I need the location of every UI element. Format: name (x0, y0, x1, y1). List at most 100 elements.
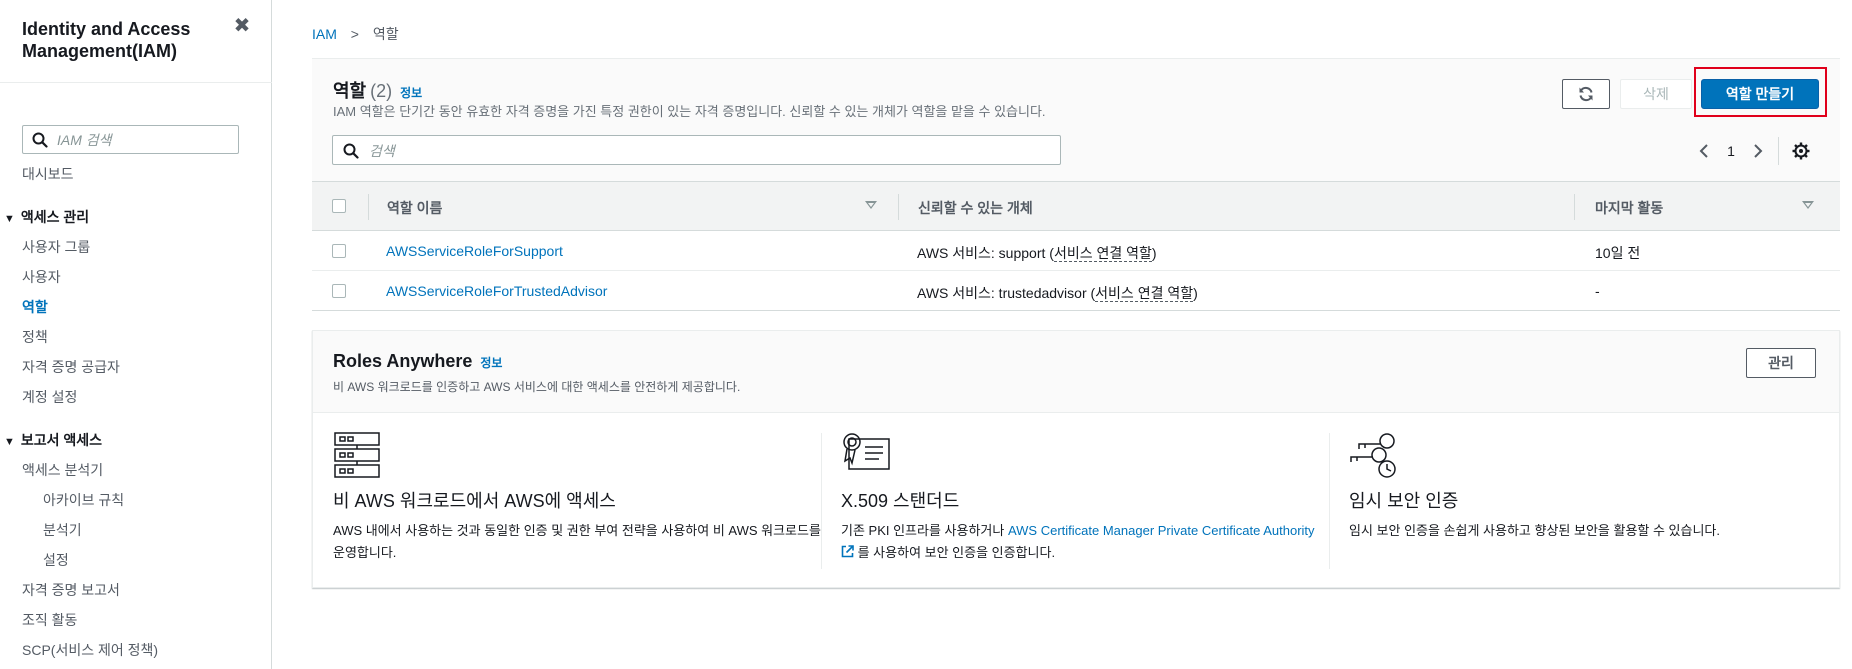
info-link[interactable]: 정보 (480, 356, 502, 370)
feature-heading: 임시 보안 인증 (1349, 491, 1459, 511)
roles-count: (2) (370, 81, 393, 101)
manage-button[interactable]: 관리 (1746, 348, 1816, 378)
search-icon (343, 143, 359, 159)
sort-descending-icon[interactable] (1802, 201, 1814, 209)
sidebar-item-access-analyzer[interactable]: 액세스 분석기 (22, 460, 103, 480)
role-name-link[interactable]: AWSServiceRoleForSupport (386, 243, 563, 259)
sidebar-title: Identity and Access Management(IAM) (22, 19, 191, 61)
sidebar-item-policies[interactable]: 정책 (22, 327, 48, 347)
sidebar-search[interactable] (22, 125, 239, 154)
feature-text-prefix: 기존 PKI 인프라를 사용하거나 (841, 523, 1008, 538)
table-row: AWSServiceRoleForTrustedAdvisor AWS 서비스:… (312, 271, 1840, 311)
roles-panel: 역할 (2) 정보 IAM 역할은 단기간 동안 유효한 자격 증명을 가진 특정 … (312, 58, 1840, 311)
close-icon[interactable]: ✖ (232, 16, 252, 36)
sidebar: Identity and Access Management(IAM) ✖ 대시… (0, 0, 272, 669)
feature-heading: 비 AWS 워크로드에서 AWS에 액세스 (333, 491, 616, 511)
sidebar-divider (0, 82, 272, 83)
roles-anywhere-description: 비 AWS 워크로드를 인증하고 AWS 서비스에 대한 액세스를 안전하게 제… (333, 380, 741, 394)
table-header: 역할 이름 신뢰할 수 있는 개체 마지막 활동 (312, 181, 1840, 231)
last-activity-cell: - (1595, 283, 1600, 299)
chevron-left-icon[interactable] (1692, 139, 1716, 163)
roles-search[interactable] (332, 135, 1061, 165)
certificate-icon (843, 433, 890, 470)
trusted-entity-suffix: ) (1193, 285, 1198, 301)
sidebar-item-analyzers[interactable]: 분석기 (43, 520, 82, 540)
acm-pca-link[interactable]: AWS Certificate Manager Private Certific… (1008, 523, 1315, 538)
server-rack-icon (334, 432, 380, 478)
trusted-entity-cell: AWS 서비스: support (서비스 연결 역할) (917, 243, 1157, 263)
feature-card: 임시 보안 인증 임시 보안 인증을 손쉽게 사용하고 향상된 보안을 활용할 … (1349, 431, 1839, 567)
column-header-trusted-entity[interactable]: 신뢰할 수 있는 개체 (918, 198, 1033, 218)
sidebar-item-dashboard[interactable]: 대시보드 (22, 164, 74, 184)
refresh-button[interactable] (1562, 79, 1610, 109)
trusted-entity-text: AWS 서비스: support ( (917, 245, 1054, 261)
feature-text: AWS 내에서 사용하는 것과 동일한 인증 및 권한 부여 전략을 사용하여 … (333, 523, 821, 560)
column-divider (368, 194, 369, 220)
roles-search-input[interactable] (369, 141, 1049, 161)
column-divider (1574, 194, 1575, 220)
delete-button[interactable]: 삭제 (1620, 79, 1692, 109)
pagination: 1 (1692, 137, 1813, 165)
breadcrumb: IAM > 역할 (312, 24, 399, 44)
card-divider (821, 433, 822, 569)
feature-text: 임시 보안 인증을 손쉽게 사용하고 향상된 보안을 활용할 수 있습니다. (1349, 523, 1720, 538)
column-header-last-activity[interactable]: 마지막 활동 (1595, 198, 1663, 218)
refresh-icon (1579, 86, 1593, 102)
column-divider (898, 194, 899, 220)
roles-anywhere-title: Roles Anywhere 정보 (333, 351, 502, 372)
sidebar-search-input[interactable] (57, 130, 232, 150)
role-name-link[interactable]: AWSServiceRoleForTrustedAdvisor (386, 283, 607, 299)
roles-anywhere-panel: Roles Anywhere 정보 비 AWS 워크로드를 인증하고 AWS 서비… (312, 330, 1840, 588)
feature-text: 기존 PKI 인프라를 사용하거나 AWS Certificate Manage… (841, 520, 1331, 564)
service-linked-role-link[interactable]: 서비스 연결 역할 (1095, 285, 1194, 302)
row-checkbox[interactable] (332, 244, 346, 258)
keys-clock-icon (1350, 433, 1396, 478)
page-title: 역할 (333, 81, 367, 101)
info-link[interactable]: 정보 (400, 86, 422, 100)
feature-card: X.509 스탠더드 기존 PKI 인프라를 사용하거나 AWS Certifi… (841, 431, 1331, 567)
card-divider (1329, 433, 1330, 569)
gear-icon[interactable] (1789, 139, 1813, 163)
sort-descending-icon[interactable] (865, 201, 877, 209)
search-icon (32, 132, 48, 148)
sidebar-item-user-groups[interactable]: 사용자 그룹 (22, 237, 90, 257)
sidebar-item-archive-rules[interactable]: 아카이브 규칙 (43, 490, 124, 510)
roles-description: IAM 역할은 단기간 동안 유효한 자격 증명을 가진 특정 권한이 있는 자… (333, 104, 1046, 119)
sidebar-item-account-settings[interactable]: 계정 설정 (22, 387, 77, 407)
column-header-role-name[interactable]: 역할 이름 (387, 198, 442, 218)
last-activity-cell: 10일 전 (1595, 245, 1641, 261)
trusted-entity-suffix: ) (1151, 245, 1157, 261)
pager-divider (1778, 137, 1779, 165)
caret-down-icon: ▼ (4, 436, 15, 448)
sidebar-item-scp[interactable]: SCP(서비스 제어 정책) (22, 640, 158, 660)
caret-down-icon: ▼ (4, 213, 15, 225)
sidebar-section-access-reports[interactable]: ▼ 보고서 액세스 (4, 430, 102, 450)
chevron-right-icon: > (350, 26, 359, 42)
roles-title: 역할 (2) 정보 (333, 77, 422, 103)
sidebar-item-organization-activity[interactable]: 조직 활동 (22, 610, 77, 630)
sidebar-item-settings[interactable]: 설정 (43, 550, 69, 570)
trusted-entity-text: AWS 서비스: trustedadvisor ( (917, 285, 1096, 301)
roles-anywhere-header (313, 331, 1839, 413)
breadcrumb-iam[interactable]: IAM (312, 26, 337, 42)
sidebar-item-roles[interactable]: 역할 (22, 297, 48, 317)
trusted-entity-cell: AWS 서비스: trustedadvisor (서비스 연결 역할) (917, 283, 1198, 303)
feature-text-suffix: 를 사용하여 보안 인증을 인증합니다. (854, 545, 1056, 560)
table-row: AWSServiceRoleForSupport AWS 서비스: suppor… (312, 231, 1840, 271)
sidebar-item-credential-report[interactable]: 자격 증명 보고서 (22, 580, 120, 600)
section-title: Roles Anywhere (333, 351, 473, 371)
breadcrumb-current: 역할 (372, 26, 399, 42)
sidebar-item-users[interactable]: 사용자 (22, 267, 61, 287)
highlight-box (1694, 67, 1827, 117)
chevron-right-icon[interactable] (1746, 139, 1770, 163)
page-number[interactable]: 1 (1716, 143, 1746, 159)
row-checkbox[interactable] (332, 284, 346, 298)
sidebar-section-label: 액세스 관리 (20, 209, 90, 225)
external-link-icon[interactable] (841, 545, 854, 558)
feature-heading: X.509 스탠더드 (841, 491, 960, 511)
sidebar-section-access-management[interactable]: ▼ 액세스 관리 (4, 207, 89, 227)
sidebar-item-identity-providers[interactable]: 자격 증명 공급자 (22, 357, 120, 377)
feature-card: 비 AWS 워크로드에서 AWS에 액세스 AWS 내에서 사용하는 것과 동일… (333, 431, 823, 567)
select-all-checkbox[interactable] (332, 199, 346, 213)
service-linked-role-link[interactable]: 서비스 연결 역할 (1053, 245, 1152, 262)
